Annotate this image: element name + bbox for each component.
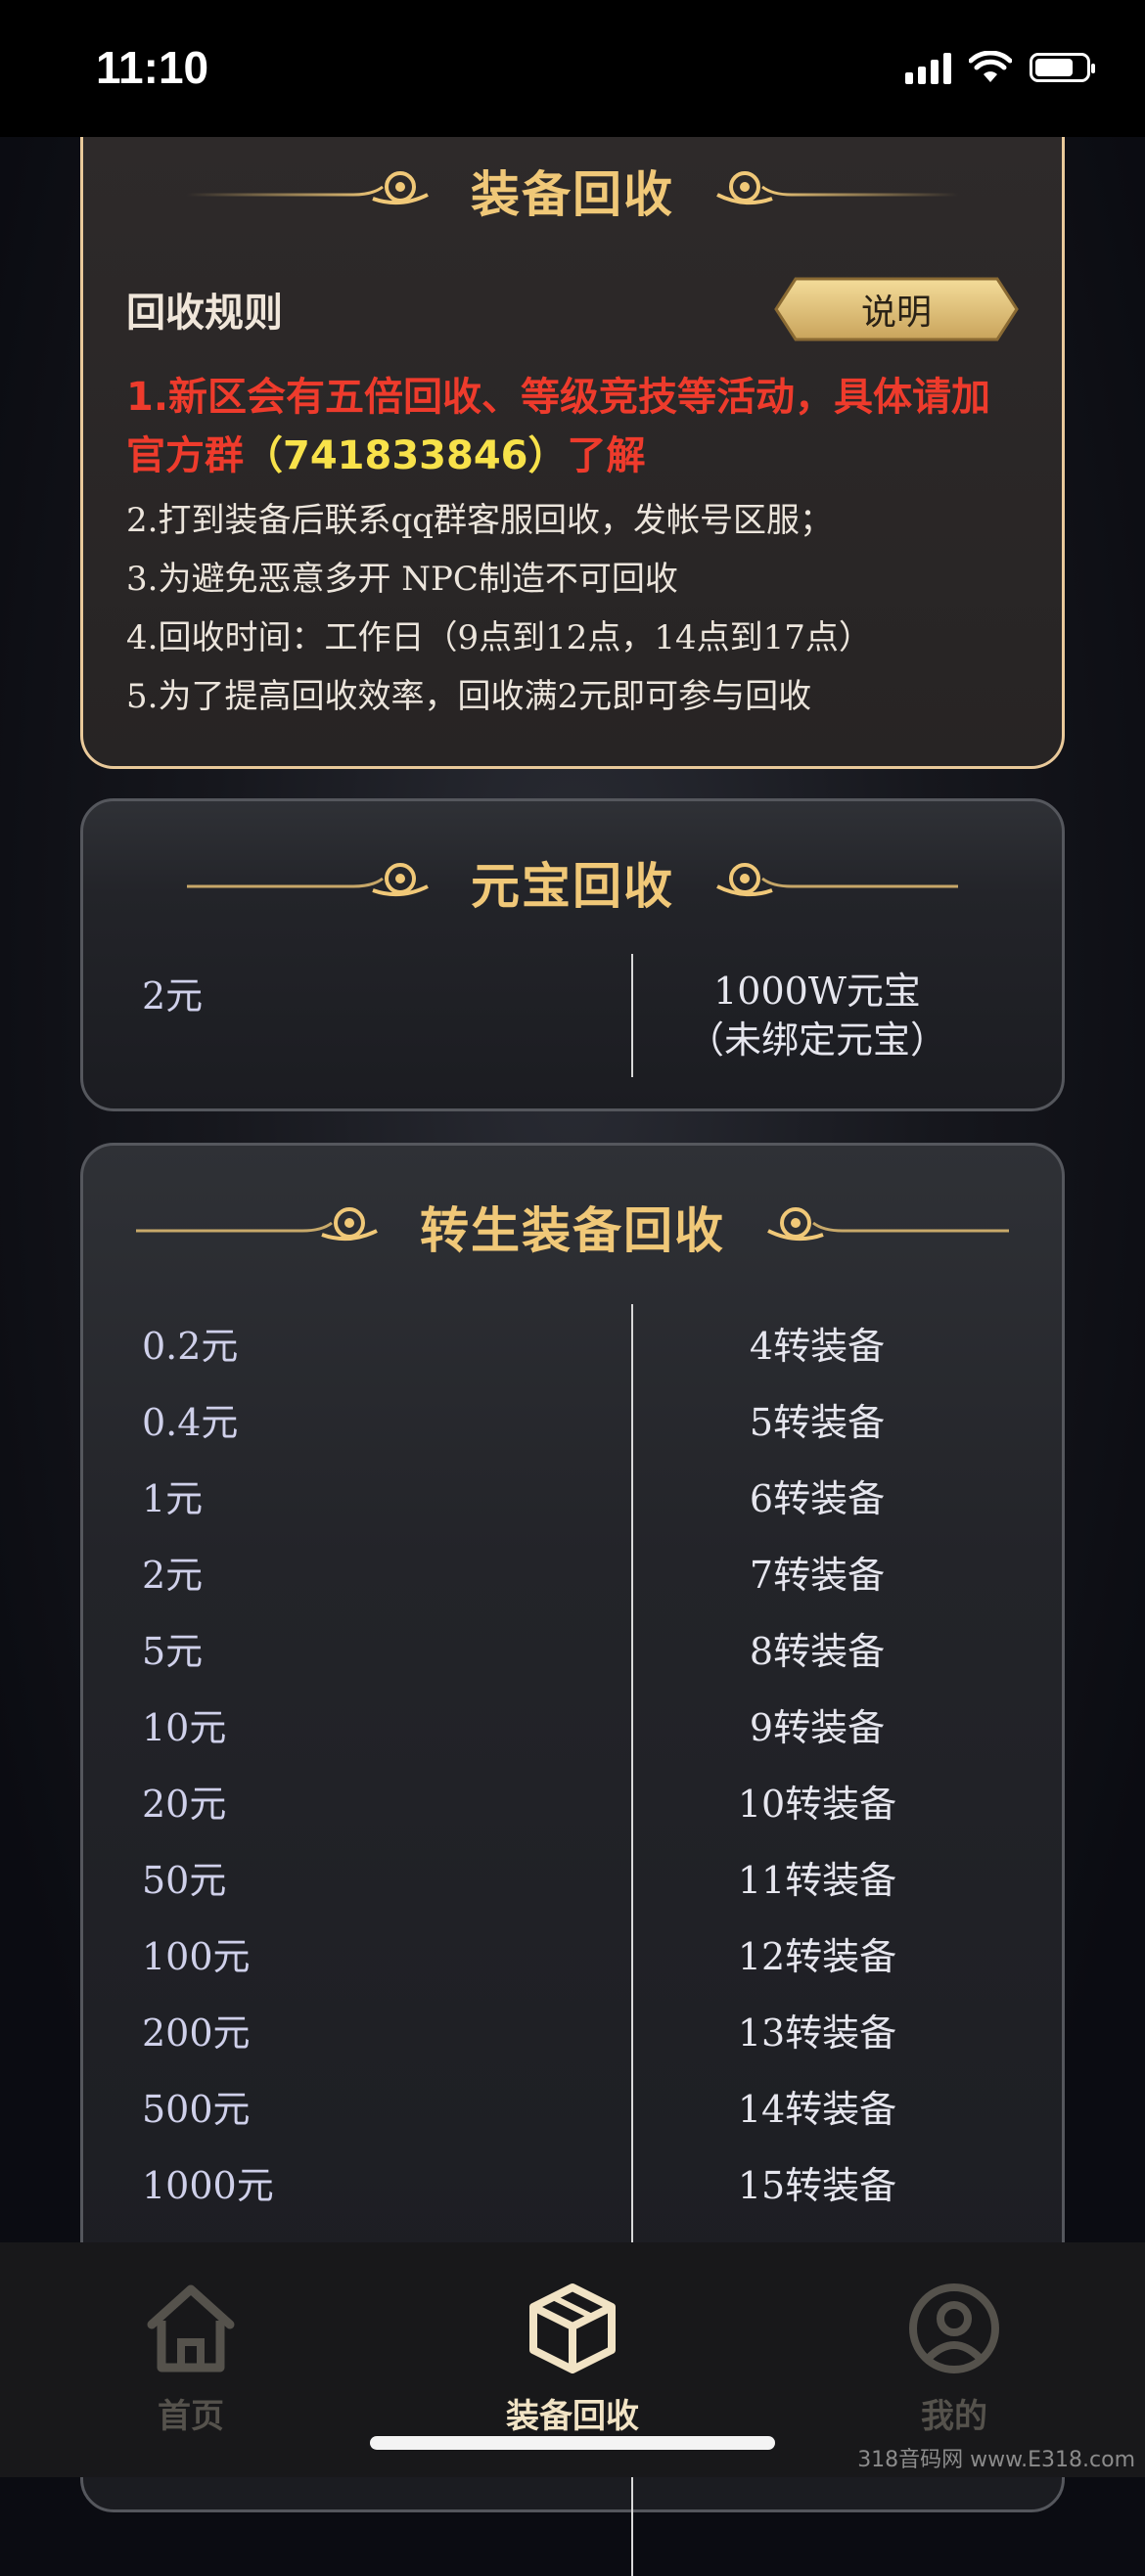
price-cell: 1000元: [142, 2163, 274, 2207]
price-cell: 2元: [142, 974, 204, 1017]
card-title: 元宝回收: [471, 858, 674, 915]
table-row: 50元 11转装备: [142, 1838, 1003, 1915]
card-header: 元宝回收: [83, 829, 1062, 936]
rule-item-4: 4.回收时间：工作日（9点到12点，14点到17点）: [126, 618, 872, 657]
ingot-recycle-card: 元宝回收 2元 1000W元宝 （未绑定元宝）: [80, 798, 1065, 1111]
card-header: 转生装备回收: [83, 1173, 1062, 1281]
recycle-rules-card: 装备回收 回收规则 说明 1.新区会有五倍回收、等级竞技等活动，具体请加官方群（…: [80, 115, 1065, 769]
price-cell: 500元: [142, 2087, 251, 2131]
price-cell: 50元: [142, 1858, 227, 1902]
tab-equipment-recycle[interactable]: 装备回收: [455, 2282, 690, 2437]
price-cell: 100元: [142, 1934, 251, 1978]
table-row: 0.2元 4转装备: [142, 1304, 1003, 1380]
card-title: 转生装备回收: [420, 1202, 725, 1259]
column-divider: [631, 954, 633, 1077]
table-row: 200元 13转装备: [142, 1991, 1003, 2067]
item-cell: 1000W元宝 （未绑定元宝）: [631, 967, 1003, 1064]
right-ornament-icon: [716, 171, 958, 205]
item-cell: 9转装备: [749, 1705, 886, 1749]
tab-profile[interactable]: 我的: [837, 2282, 1072, 2437]
rule-1-suffix: 了解: [567, 433, 646, 478]
home-indicator: [370, 2436, 775, 2450]
rule-item-3: 3.为避免恶意多开 NPC制造不可回收: [126, 560, 678, 599]
watermark: 318音码网 www.E318.com: [857, 2448, 1135, 2472]
wifi-icon: [969, 51, 1012, 82]
left-ornament-icon: [136, 1207, 378, 1242]
item-cell: 4转装备: [749, 1324, 886, 1368]
rule-item-5: 5.为了提高回收效率，回收满2元即可参与回收: [126, 677, 812, 716]
table-row: 100元 12转装备: [142, 1915, 1003, 1991]
item-line-2: （未绑定元宝）: [686, 1018, 947, 1062]
item-cell: 13转装备: [737, 2011, 897, 2055]
item-cell: 8转装备: [749, 1629, 886, 1673]
item-cell: 7转装备: [749, 1553, 886, 1597]
rules-list: 1.新区会有五倍回收、等级竞技等活动，具体请加官方群（741833846）了解 …: [126, 368, 1019, 726]
item-line-1: 1000W元宝: [713, 970, 921, 1013]
price-cell: 5元: [142, 1629, 204, 1673]
explain-button[interactable]: 说明: [774, 277, 1019, 341]
left-ornament-icon: [187, 863, 429, 897]
price-cell: 2元: [142, 1553, 204, 1597]
tab-home[interactable]: 首页: [73, 2282, 308, 2437]
right-ornament-icon: [716, 863, 958, 897]
table-row: 2元 1000W元宝 （未绑定元宝）: [142, 954, 1003, 1077]
status-time: 11:10: [96, 42, 209, 93]
qq-group-number: （741833846）: [244, 433, 568, 478]
price-cell: 1元: [142, 1476, 204, 1520]
status-bar: 11:10: [0, 0, 1145, 137]
item-cell: 10转装备: [737, 1782, 897, 1826]
box-icon: [529, 2283, 616, 2373]
card-header: 装备回收: [83, 137, 1062, 245]
price-cell: 0.2元: [142, 1324, 239, 1368]
home-icon: [147, 2284, 235, 2373]
rules-label: 回收规则: [126, 291, 283, 336]
tab-equipment-recycle-label: 装备回收: [506, 2397, 639, 2436]
status-icons: [905, 51, 1095, 84]
explain-button-label: 说明: [860, 293, 932, 333]
right-ornament-icon: [767, 1207, 1009, 1242]
left-ornament-icon: [187, 171, 429, 205]
tab-home-label: 首页: [158, 2397, 224, 2436]
rules-head: 回收规则 说明: [126, 270, 1019, 348]
item-cell: 15转装备: [737, 2163, 897, 2207]
item-cell: 6转装备: [749, 1476, 886, 1520]
price-cell: 20元: [142, 1782, 227, 1826]
price-cell: 10元: [142, 1705, 227, 1749]
table-row: 0.4元 5转装备: [142, 1380, 1003, 1457]
price-cell: 200元: [142, 2011, 251, 2055]
rule-item-1: 1.新区会有五倍回收、等级竞技等活动，具体请加官方群（741833846）了解: [126, 368, 1019, 485]
item-cell: 12转装备: [737, 1934, 897, 1978]
item-cell: 11转装备: [737, 1858, 897, 1902]
table-row: 5元 8转装备: [142, 1609, 1003, 1686]
table-row: 10元 9转装备: [142, 1686, 1003, 1762]
table-row: 20元 10转装备: [142, 1762, 1003, 1838]
battery-icon: [1030, 53, 1095, 82]
user-icon: [909, 2283, 999, 2373]
tab-profile-label: 我的: [921, 2397, 987, 2436]
table-row: 2元 7转装备: [142, 1533, 1003, 1609]
cellular-signal-icon: [905, 51, 951, 84]
rule-item-2: 2.打到装备后联系qq群客服回收，发帐号区服；: [126, 501, 833, 540]
price-cell: 0.4元: [142, 1400, 239, 1444]
item-cell: 14转装备: [737, 2087, 897, 2131]
ingot-price-table: 2元 1000W元宝 （未绑定元宝）: [142, 954, 1003, 1077]
table-row: 1000元 15转装备: [142, 2144, 1003, 2220]
card-title: 装备回收: [471, 166, 674, 223]
table-row: 1元 6转装备: [142, 1457, 1003, 1533]
item-cell: 5转装备: [749, 1400, 886, 1444]
table-row: 500元 14转装备: [142, 2067, 1003, 2144]
